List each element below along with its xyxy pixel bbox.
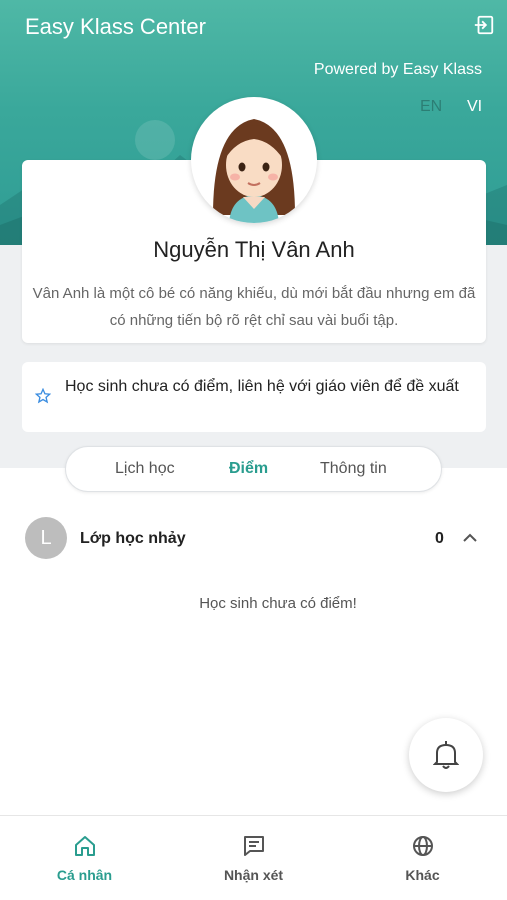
- student-description: Vân Anh là một cô bé có năng khiếu, dù m…: [32, 285, 476, 329]
- star-icon: [35, 388, 51, 404]
- tab-bar: Lịch học Điểm Thông tin: [65, 446, 442, 492]
- nav-personal-label: Cá nhân: [56, 867, 113, 883]
- notification-button[interactable]: [409, 718, 483, 792]
- notice-card: Học sinh chưa có điểm, liên hệ với giáo …: [22, 362, 486, 432]
- powered-by-text: Powered by Easy Klass: [313, 61, 482, 78]
- globe-icon: [413, 836, 433, 856]
- chevron-up-icon[interactable]: [462, 532, 478, 544]
- girl-avatar: [191, 97, 317, 223]
- notice-text: Học sinh chưa có điểm, liên hệ với giáo …: [65, 378, 459, 395]
- bottom-navigation: Cá nhân Nhận xét Khác: [0, 815, 507, 900]
- nav-other-label: Khác: [405, 867, 440, 883]
- home-icon: [75, 836, 95, 856]
- app-title: Easy Klass Center: [25, 14, 206, 39]
- nav-comments[interactable]: Nhận xét: [169, 816, 338, 900]
- language-en-button[interactable]: EN: [420, 98, 442, 116]
- language-vi-button[interactable]: VI: [467, 98, 482, 116]
- nav-comments-label: Nhận xét: [223, 867, 284, 883]
- nav-personal[interactable]: Cá nhân: [0, 816, 169, 900]
- empty-scores-message: Học sinh chưa có điểm!: [199, 595, 357, 612]
- class-name: Lớp học nhảy: [80, 530, 186, 547]
- tab-schedule[interactable]: Lịch học: [115, 460, 175, 478]
- class-score: 0: [435, 530, 444, 547]
- class-avatar: L: [25, 517, 67, 559]
- comment-icon: [244, 836, 264, 856]
- tab-scores[interactable]: Điểm: [229, 460, 268, 478]
- tab-info[interactable]: Thông tin: [320, 460, 387, 478]
- nav-other[interactable]: Khác: [338, 816, 507, 900]
- bell-icon: [433, 741, 459, 769]
- logout-icon[interactable]: [473, 14, 495, 36]
- student-name: Nguyễn Thị Vân Anh: [153, 237, 355, 262]
